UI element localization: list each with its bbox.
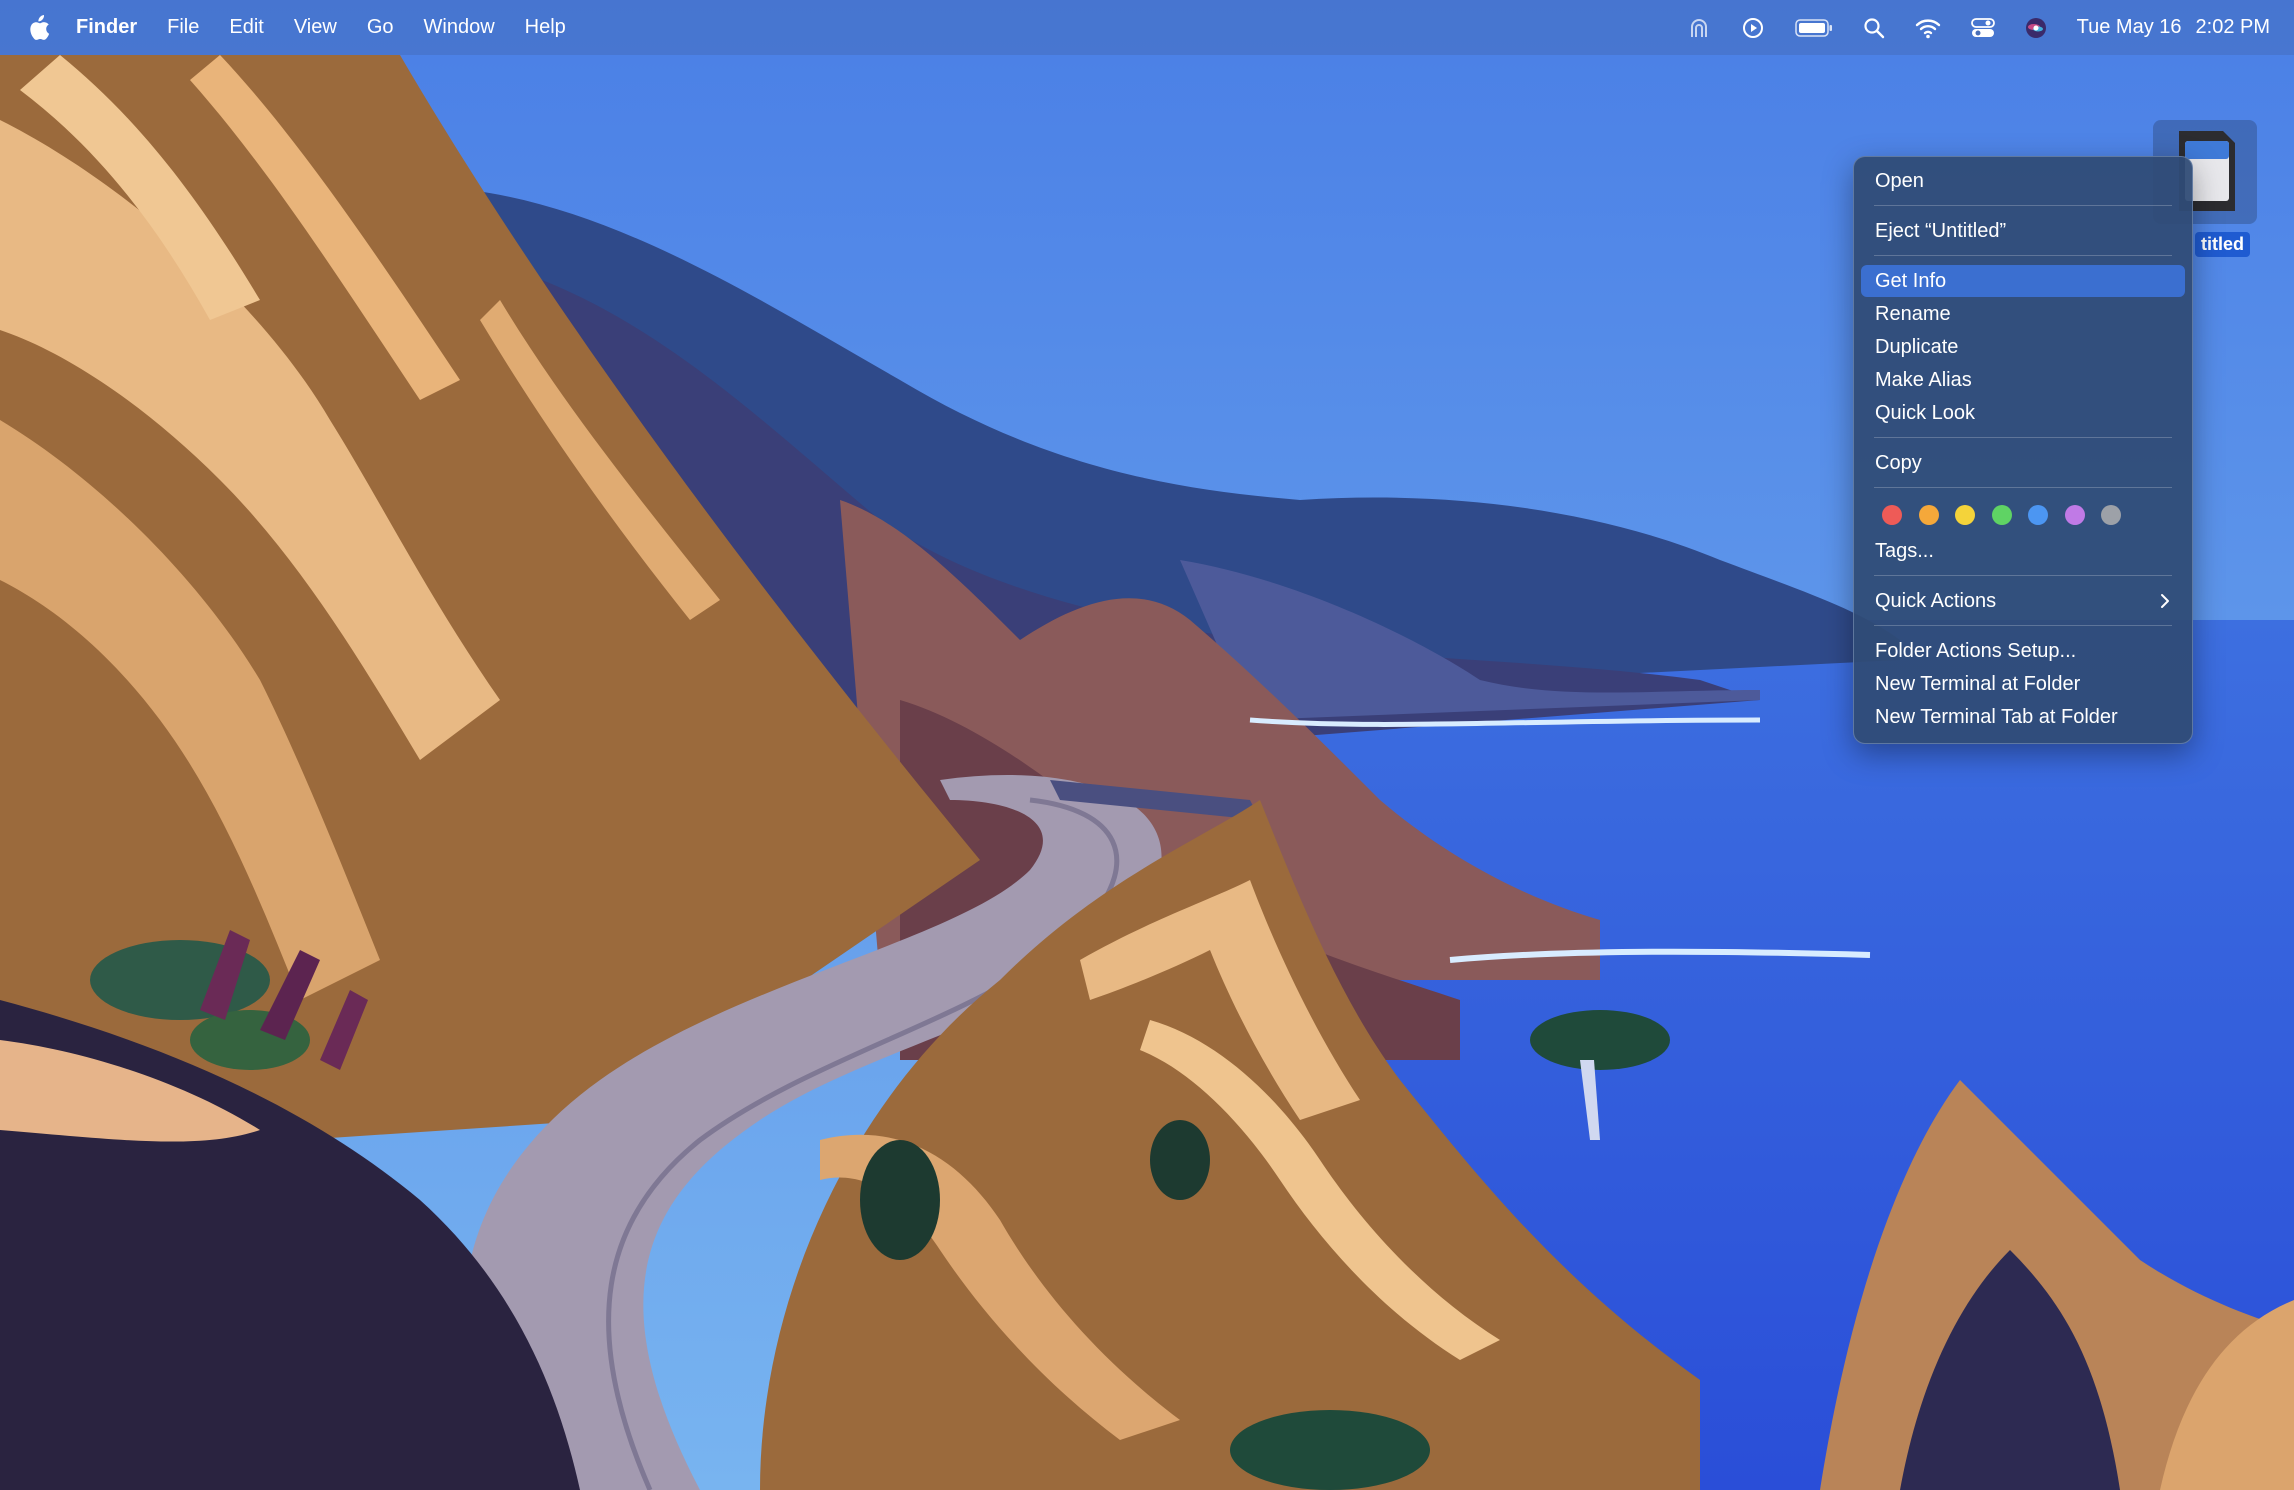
menu-item-get-info[interactable]: Get Info [1861, 265, 2185, 297]
menu-separator [1874, 205, 2172, 206]
menu-window[interactable]: Window [424, 16, 495, 39]
apple-logo-icon[interactable] [26, 13, 52, 43]
menu-help[interactable]: Help [525, 16, 566, 39]
menu-item-copy[interactable]: Copy [1861, 447, 2185, 479]
menu-item-make-alias[interactable]: Make Alias [1861, 364, 2185, 396]
menu-go[interactable]: Go [367, 16, 394, 39]
menu-item-eject[interactable]: Eject “Untitled” [1861, 215, 2185, 247]
status-area: Tue May 16 2:02 PM [1657, 0, 2270, 55]
tag-green[interactable] [1991, 505, 2012, 525]
menu-view[interactable]: View [294, 16, 337, 39]
tag-yellow[interactable] [1955, 505, 1975, 525]
menu-item-tags[interactable]: Tags... [1861, 535, 2185, 567]
menu-separator [1874, 487, 2172, 488]
wifi-icon[interactable] [1915, 17, 1941, 39]
menu-finder[interactable]: Finder [76, 16, 137, 39]
menu-item-open[interactable]: Open [1861, 165, 2185, 197]
control-center-icon[interactable] [1970, 17, 1995, 39]
tag-orange[interactable] [1918, 505, 1939, 525]
context-menu: Open Eject “Untitled” Get Info Rename Du… [1853, 156, 2193, 744]
menu-bar-clock[interactable]: Tue May 16 2:02 PM [2077, 16, 2270, 39]
chevron-right-icon [2159, 591, 2171, 617]
drive-label: titled [2195, 232, 2250, 257]
menu-item-quick-look[interactable]: Quick Look [1861, 397, 2185, 429]
tag-gray[interactable] [2101, 505, 2121, 525]
airdrop-icon[interactable] [1687, 16, 1711, 40]
quick-actions-label: Quick Actions [1875, 589, 1997, 612]
menu-item-duplicate[interactable]: Duplicate [1861, 331, 2185, 363]
tag-purple[interactable] [2064, 505, 2085, 525]
menu-separator [1874, 437, 2172, 438]
menu-item-new-terminal-tab-at-folder[interactable]: New Terminal Tab at Folder [1861, 701, 2185, 733]
battery-icon[interactable] [1794, 18, 1833, 38]
play-circle-icon[interactable] [1741, 16, 1765, 40]
clock-date: Tue May 16 [2076, 16, 2182, 38]
menu-edit[interactable]: Edit [229, 16, 263, 39]
siri-icon[interactable] [2025, 17, 2047, 39]
menu-file[interactable]: File [167, 16, 199, 39]
menu-item-folder-actions-setup[interactable]: Folder Actions Setup... [1861, 635, 2185, 667]
search-icon[interactable] [1863, 17, 1885, 39]
menu-separator [1874, 575, 2172, 576]
tag-blue[interactable] [2028, 505, 2048, 525]
clock-time: 2:02 PM [2195, 16, 2270, 38]
menu-bar: Finder File Edit View Go Window Help Tue… [0, 0, 2294, 55]
tag-red[interactable] [1882, 505, 1902, 525]
tag-color-row [1882, 505, 2138, 527]
menu-separator [1874, 625, 2172, 626]
menu-item-quick-actions[interactable]: Quick Actions [1861, 585, 2185, 617]
menu-item-new-terminal-at-folder[interactable]: New Terminal at Folder [1861, 668, 2185, 700]
menu-item-rename[interactable]: Rename [1861, 298, 2185, 330]
menu-separator [1874, 255, 2172, 256]
